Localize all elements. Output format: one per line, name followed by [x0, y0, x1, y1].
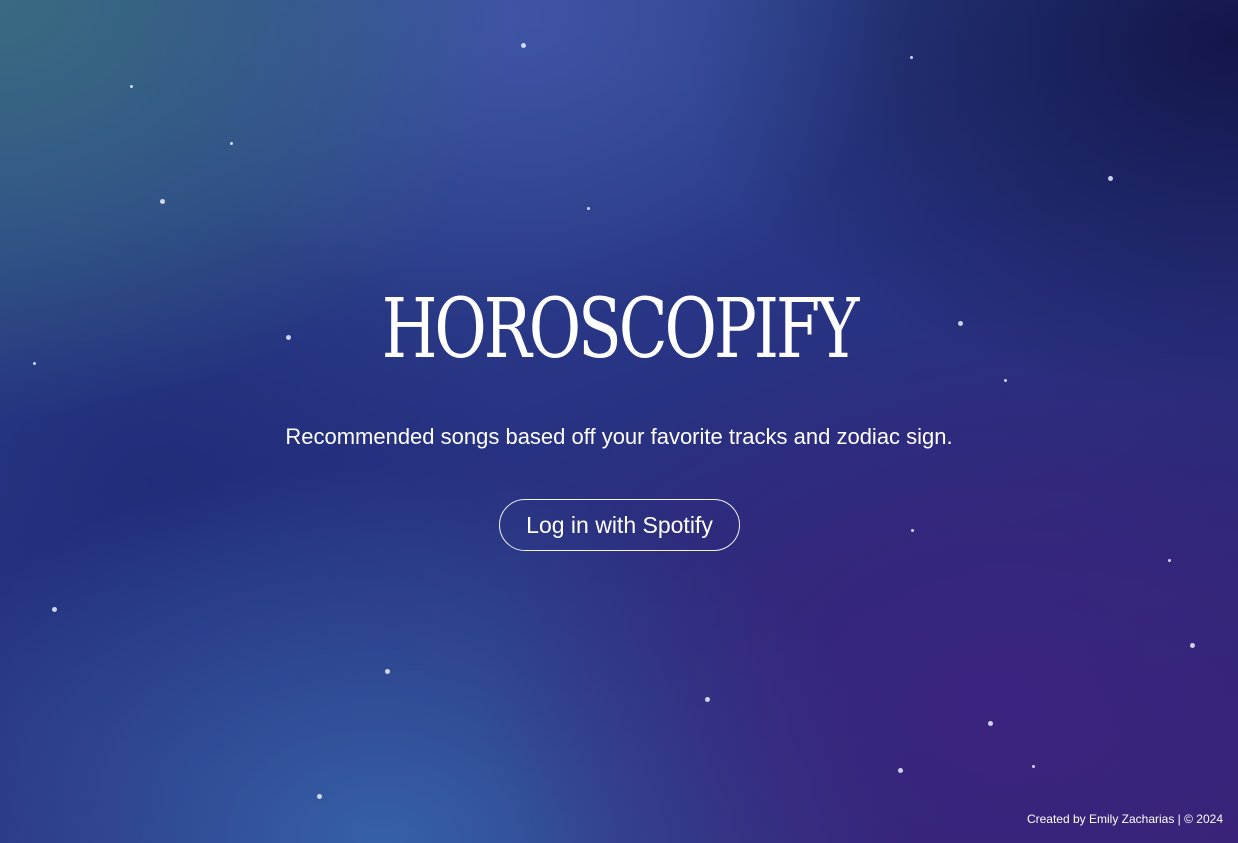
app-title: HOROSCOPIFY [381, 282, 860, 377]
spotify-login-button[interactable]: Log in with Spotify [499, 499, 740, 551]
app-subtitle: Recommended songs based off your favorit… [285, 424, 953, 449]
hero-section: HOROSCOPIFY Recommended songs based off … [0, 0, 1238, 843]
footer-credit: Created by Emily Zacharias | © 2024 [1026, 812, 1223, 826]
